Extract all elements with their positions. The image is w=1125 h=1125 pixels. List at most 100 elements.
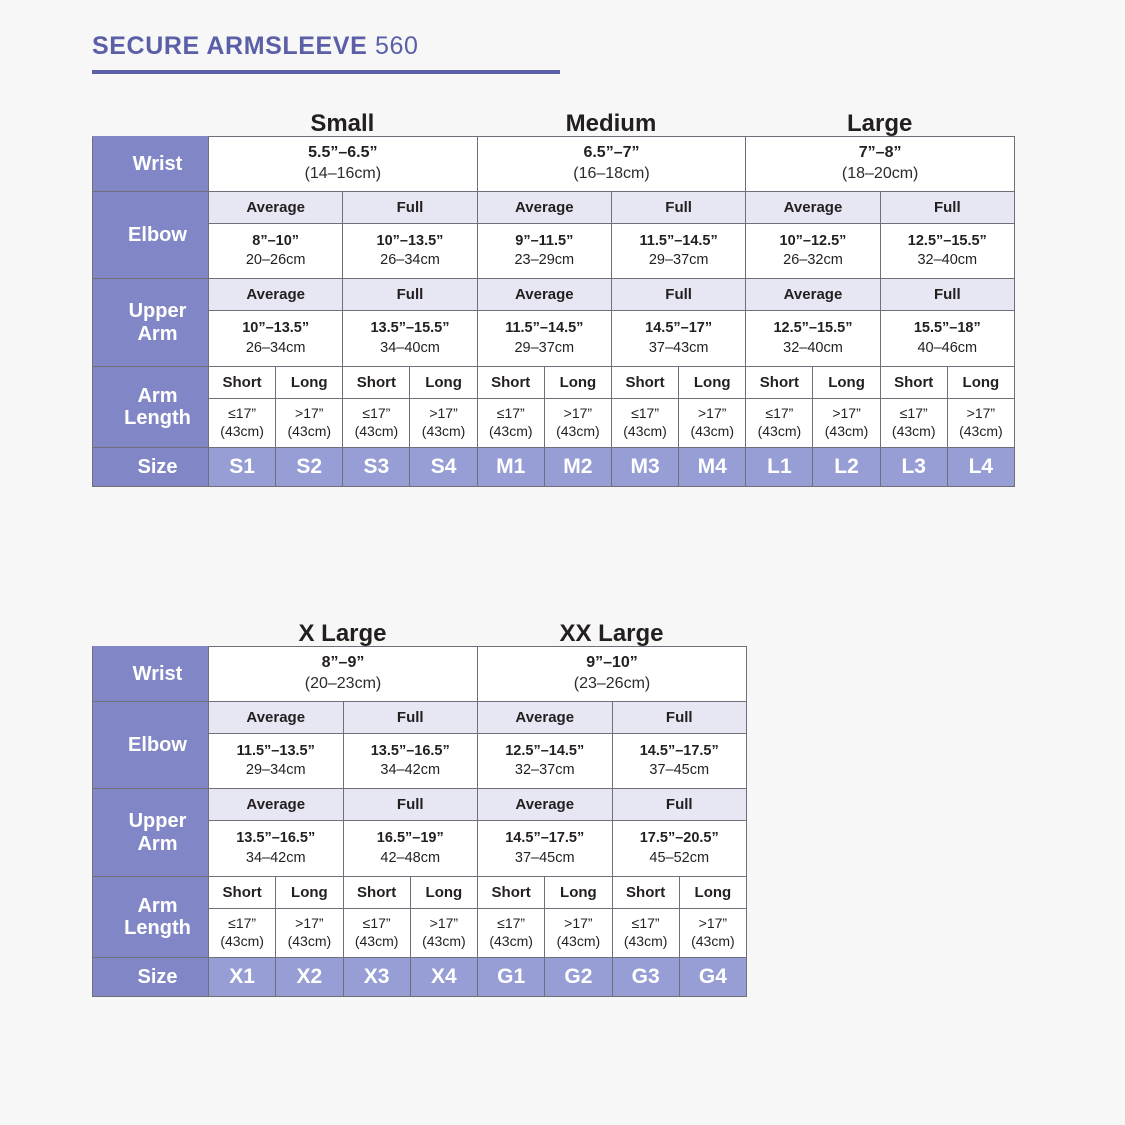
arm-length-long-value: >17” (43cm) <box>275 908 344 959</box>
upper-arm-value-cm: 37–43cm <box>648 339 709 356</box>
arm-length-long-header: Long <box>275 366 344 400</box>
arm-length-cm: (43cm) <box>891 423 936 440</box>
elbow-value-inches: 8”–10” <box>252 232 300 249</box>
arm-length-short-value: ≤17” (43cm) <box>207 398 277 449</box>
arm-length-long-value: >17” (43cm) <box>409 908 479 959</box>
upper-arm-value: 14.5”–17.5” 37–45cm <box>477 820 613 878</box>
elbow-value-cm: 29–34cm <box>245 762 306 779</box>
title-underline-rule <box>92 70 560 74</box>
size-code-m4: M4 <box>678 447 747 488</box>
size-code-x1: X1 <box>207 957 277 998</box>
arm-length-long-header: Long <box>409 366 478 400</box>
size-chart-small-medium-large: Small Medium Large Wrist 5.5”–6.5” (14–16cm)… <box>92 98 1015 488</box>
upper-arm-fit-average: Average <box>476 278 612 312</box>
size-code-g3: G3 <box>611 957 680 998</box>
size-table-1: Wrist 5.5”–6.5” (14–16cm) 6.5”–7” (16–18cm) 7… <box>92 136 1015 488</box>
arm-length-inches: >17” <box>295 915 324 932</box>
upper-arm-value-inches: 13.5”–15.5” <box>370 320 450 337</box>
elbow-value: 10”–12.5” 26–32cm <box>745 222 881 280</box>
elbow-value: 9”–11.5” 23–29cm <box>476 222 612 280</box>
arm-length-value-row: ≤17” (43cm) >17” (43cm) ≤17” (43cm) >17” (43cm)… <box>93 398 1015 449</box>
upper-arm-fit-average: Average <box>477 788 613 822</box>
arm-length-long-header: Long <box>275 876 344 910</box>
arm-length-short-value: ≤17” (43cm) <box>610 398 680 449</box>
elbow-fit-full: Full <box>610 190 747 224</box>
sizing-chart-page: SECURE ARMSLEEVE 560 Small Medium Large Wr… <box>0 0 1125 1125</box>
arm-length-cm: (43cm) <box>757 423 802 440</box>
size-code-x2: X2 <box>275 957 344 998</box>
arm-length-long-value: >17” (43cm) <box>544 908 613 959</box>
arm-length-long-header: Long <box>544 876 613 910</box>
elbow-value-cm: 37–45cm <box>649 762 710 779</box>
arm-length-cm: (43cm) <box>220 423 264 440</box>
arm-length-short-value: ≤17” (43cm) <box>476 908 546 959</box>
wrist-inches: 8”–9” <box>321 654 365 671</box>
elbow-value: 8”–10” 20–26cm <box>207 222 344 280</box>
elbow-fit-row: Elbow Average Full Average Full <box>92 700 747 790</box>
row-label-wrist: Wrist <box>92 646 209 702</box>
elbow-value-inches: 12.5”–15.5” <box>907 232 987 249</box>
arm-length-short-value: ≤17” (43cm) <box>342 398 411 449</box>
upper-arm-value: 16.5”–19” 42–48cm <box>342 820 478 878</box>
elbow-fit-full: Full <box>342 700 478 734</box>
elbow-value-cm: 34–42cm <box>380 762 441 779</box>
upper-arm-value-inches: 12.5”–15.5” <box>773 320 853 337</box>
size-code-x3: X3 <box>342 957 411 998</box>
upper-arm-value: 10”–13.5” 26–34cm <box>207 310 344 368</box>
arm-length-long-header: Long <box>812 366 881 400</box>
upper-arm-fit-full: Full <box>879 278 1015 312</box>
arm-length-short-header: Short <box>476 366 545 400</box>
arm-length-short-value: ≤17” (43cm) <box>476 398 545 449</box>
elbow-fit-full: Full <box>879 190 1015 224</box>
arm-length-cm: (43cm) <box>489 933 533 950</box>
row-label-elbow: Elbow <box>92 190 209 280</box>
size-code-l3: L3 <box>879 447 948 488</box>
upper-arm-fit-full: Full <box>342 788 478 822</box>
wrist-value-small: 5.5”–6.5” (14–16cm) <box>208 136 478 192</box>
elbow-value: 11.5”–14.5” 29–37cm <box>610 222 747 280</box>
upper-arm-value-inches: 11.5”–14.5” <box>505 320 584 337</box>
upper-arm-value-inches: 13.5”–16.5” <box>236 830 316 847</box>
arm-length-cm: (43cm) <box>690 423 734 440</box>
row-label-wrist: Wrist <box>92 136 209 192</box>
arm-length-long-value: >17” (43cm) <box>678 398 747 449</box>
group-header-x-large: X Large <box>298 620 387 647</box>
size-code-g2: G2 <box>544 957 613 998</box>
elbow-fit-full: Full <box>611 700 747 734</box>
arm-length-inches: ≤17” <box>899 405 928 422</box>
upper-arm-value-cm: 45–52cm <box>649 849 710 866</box>
elbow-value-cm: 32–40cm <box>917 252 978 269</box>
size-code-l2: L2 <box>812 447 881 488</box>
wrist-value-xx-large: 9”–10” (23–26cm) <box>477 646 747 702</box>
elbow-value-cm: 23–29cm <box>514 252 575 269</box>
arm-length-inches: ≤17” <box>496 405 525 422</box>
arm-length-long-value: >17” (43cm) <box>678 908 748 959</box>
arm-length-long-header: Long <box>678 876 748 910</box>
elbow-value: 13.5”–16.5” 34–42cm <box>342 732 478 790</box>
size-code-x4: X4 <box>409 957 479 998</box>
arm-length-cm: (43cm) <box>488 423 533 440</box>
elbow-value: 10”–13.5” 26–34cm <box>342 222 478 280</box>
upper-arm-value: 15.5”–18” 40–46cm <box>879 310 1015 368</box>
upper-arm-fit-full: Full <box>611 788 747 822</box>
arm-length-inches: ≤17” <box>765 405 794 422</box>
arm-length-inches: >17” <box>966 405 996 422</box>
upper-arm-value-cm: 34–42cm <box>245 849 306 866</box>
size-table-2: Wrist 8”–9” (20–23cm) 9”–10” (23–26cm) Elbow A… <box>92 646 748 998</box>
arm-length-short-header: Short <box>207 876 277 910</box>
upper-arm-value-row: 10”–13.5” 26–34cm 13.5”–15.5” 34–40cm 11.5”–… <box>93 310 1015 368</box>
row-label-arm-length: Arm Length <box>92 876 209 959</box>
wrist-inches: 9”–10” <box>586 654 638 671</box>
size-code-l1: L1 <box>745 447 814 488</box>
elbow-value-inches: 10”–13.5” <box>376 232 444 249</box>
upper-arm-fit-full: Full <box>610 278 747 312</box>
size-code-g1: G1 <box>476 957 546 998</box>
wrist-cm: (23–26cm) <box>573 674 651 692</box>
arm-length-short-header: Short <box>342 366 411 400</box>
upper-arm-value: 11.5”–14.5” 29–37cm <box>476 310 612 368</box>
arm-length-inches: >17” <box>563 405 593 422</box>
arm-length-inches: >17” <box>295 405 324 422</box>
upper-arm-fit-row: Upper Arm Average Full Average Full Average Ful… <box>92 278 1015 368</box>
arm-length-cm: (43cm) <box>691 933 735 950</box>
upper-arm-value-cm: 32–40cm <box>783 339 843 356</box>
